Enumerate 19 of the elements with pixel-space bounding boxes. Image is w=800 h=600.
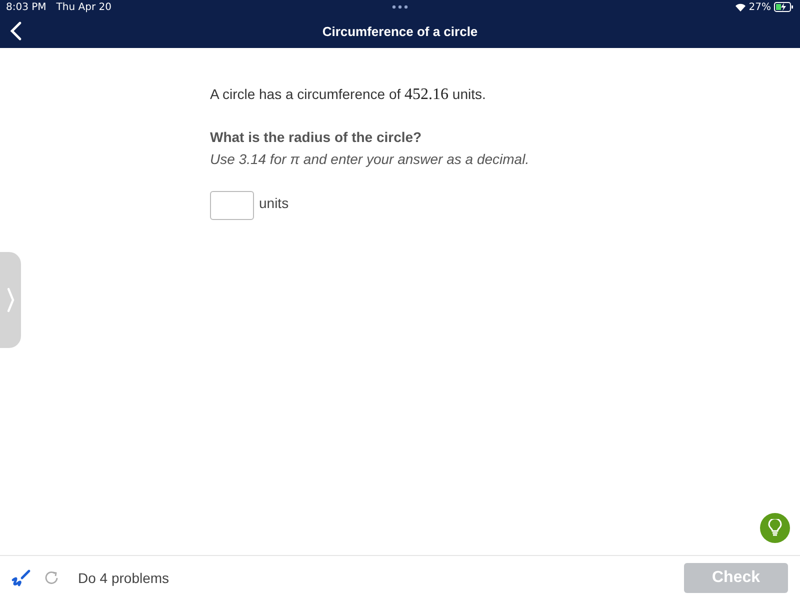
lightbulb-icon bbox=[768, 519, 782, 537]
answer-field[interactable] bbox=[210, 191, 254, 220]
status-time: 8:03 PM bbox=[6, 2, 46, 12]
status-date: Thu Apr 20 bbox=[56, 2, 112, 12]
chevron-right-icon bbox=[6, 287, 14, 313]
hint-button[interactable] bbox=[760, 513, 790, 543]
wifi-icon bbox=[734, 2, 746, 12]
more-icon bbox=[392, 5, 408, 9]
battery-percent: 27% bbox=[748, 2, 771, 12]
hint-text: Use 3.14 for π and enter your answer as a decimal. bbox=[210, 151, 530, 167]
refresh-icon[interactable] bbox=[44, 570, 60, 586]
back-icon[interactable] bbox=[10, 21, 22, 41]
page-title: Circumference of a circle bbox=[322, 24, 478, 38]
progress-text: Do 4 problems bbox=[78, 570, 170, 586]
unit-label: units bbox=[259, 194, 289, 210]
question-text: What is the radius of the circle? bbox=[210, 129, 423, 145]
scratchpad-icon[interactable] bbox=[10, 568, 32, 588]
battery-charging-icon bbox=[774, 2, 794, 12]
problem-statement: A circle has a circumference of 452.16 units. bbox=[210, 86, 487, 104]
